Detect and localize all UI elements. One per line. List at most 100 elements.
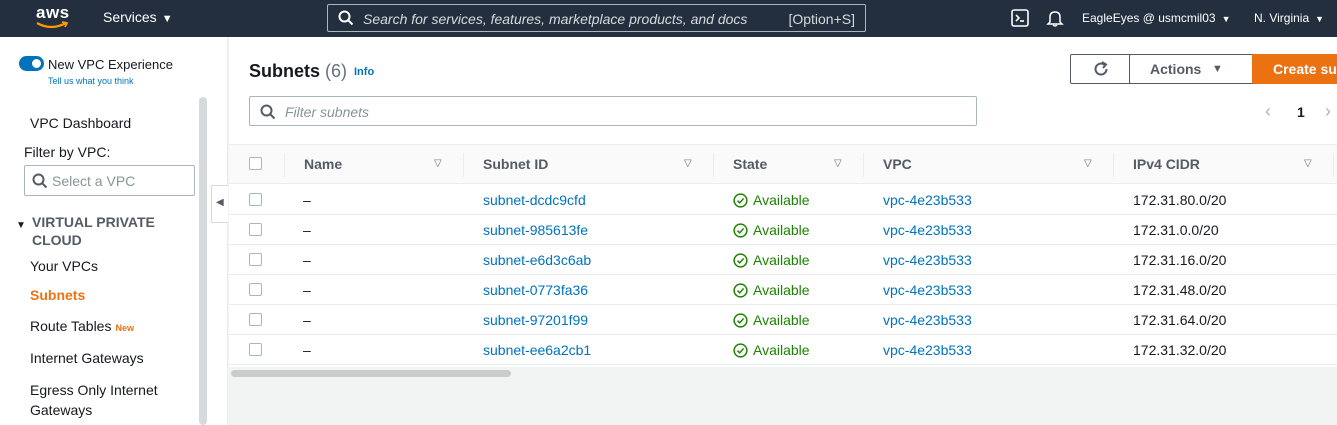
chevron-left-icon: ◀ (216, 197, 224, 208)
select-vpc-placeholder: Select a VPC (52, 173, 136, 189)
state-cell: Available (733, 222, 810, 238)
state-cell: Available (733, 342, 810, 358)
global-search-input[interactable]: Search for services, features, marketpla… (327, 4, 866, 32)
search-placeholder: Search for services, features, marketpla… (363, 11, 748, 27)
row-checkbox[interactable] (249, 343, 262, 356)
services-menu[interactable]: Services ▼ (103, 9, 173, 25)
previous-page-icon[interactable]: ‹ (1265, 101, 1271, 122)
table-row[interactable]: – subnet-dcdc9cfd Available vpc-4e23b533… (229, 185, 1337, 215)
subnets-panel: Subnets (6) Info Actions ▼ Create subnet… (229, 37, 1337, 377)
vpc-link[interactable]: vpc-4e23b533 (883, 192, 972, 208)
page-title: Subnets (6) (249, 61, 347, 82)
state-label: Available (753, 312, 810, 328)
column-divider (1333, 153, 1334, 177)
check-circle-icon (733, 193, 748, 208)
filter-subnets-placeholder: Filter subnets (285, 104, 370, 120)
subnet-id-link[interactable]: subnet-0773fa36 (483, 282, 588, 298)
search-icon (338, 10, 354, 26)
sidebar-scrollbar[interactable] (199, 97, 207, 425)
state-label: Available (753, 282, 810, 298)
row-checkbox[interactable] (249, 193, 262, 206)
state-cell: Available (733, 192, 810, 208)
sort-icon[interactable]: ▽ (1084, 158, 1092, 169)
filter-subnets-input[interactable]: Filter subnets (249, 96, 977, 126)
row-checkbox[interactable] (249, 223, 262, 236)
sidebar-item-your-vpcs[interactable]: Your VPCs (30, 258, 98, 274)
vpc-link[interactable]: vpc-4e23b533 (883, 282, 972, 298)
sidebar-item-label: Route Tables (30, 318, 112, 334)
name-cell: – (303, 192, 311, 208)
region-menu[interactable]: N. Virginia ▼ (1254, 11, 1324, 25)
aws-logo[interactable]: aws (36, 3, 72, 33)
new-vpc-experience-toggle[interactable] (19, 56, 44, 71)
sidebar-item-subnets[interactable]: Subnets (30, 287, 85, 303)
column-header-name[interactable]: Name (304, 156, 342, 172)
subnet-id-link[interactable]: subnet-e6d3c6ab (483, 252, 591, 268)
column-divider (713, 153, 714, 177)
subnet-id-link[interactable]: subnet-985613fe (483, 222, 588, 238)
subnet-count: (6) (325, 61, 348, 81)
state-label: Available (753, 252, 810, 268)
sort-icon[interactable]: ▽ (834, 158, 842, 169)
sidebar-item-internet-gateways[interactable]: Internet Gateways (30, 350, 144, 366)
row-checkbox[interactable] (249, 253, 262, 266)
vpc-link[interactable]: vpc-4e23b533 (883, 342, 972, 358)
feedback-link[interactable]: Tell us what you think (48, 76, 134, 86)
column-header-state[interactable]: State (733, 156, 767, 172)
account-label: EagleEyes @ usmcmil03 (1082, 11, 1216, 25)
refresh-button[interactable] (1070, 54, 1132, 84)
notifications-button[interactable] (1046, 9, 1064, 32)
section-heading-virtual-private-cloud[interactable]: VIRTUAL PRIVATE CLOUD (32, 213, 182, 249)
actions-button[interactable]: Actions ▼ (1129, 54, 1255, 84)
name-cell: – (303, 222, 311, 238)
sidebar-item-egress-only-internet-gateways[interactable]: Egress Only Internet Gateways (30, 380, 180, 420)
bell-icon (1046, 11, 1064, 27)
row-checkbox[interactable] (249, 313, 262, 326)
search-icon (32, 173, 48, 189)
page-number[interactable]: 1 (1297, 104, 1305, 120)
column-divider (1113, 153, 1114, 177)
column-header-vpc[interactable]: VPC (883, 156, 912, 172)
sort-icon[interactable]: ▽ (1304, 158, 1312, 169)
filter-by-vpc-label: Filter by VPC: (24, 144, 111, 160)
section-collapse-icon[interactable]: ▼ (16, 220, 26, 231)
next-page-icon[interactable]: › (1325, 101, 1331, 122)
subnet-id-link[interactable]: subnet-dcdc9cfd (483, 192, 586, 208)
sidebar-item-vpc-dashboard[interactable]: VPC Dashboard (30, 115, 131, 131)
ipv4-cidr-cell: 172.31.64.0/20 (1133, 312, 1227, 328)
vpc-link[interactable]: vpc-4e23b533 (883, 252, 972, 268)
column-header-ipv4-cidr[interactable]: IPv4 CIDR (1133, 156, 1200, 172)
table-row[interactable]: – subnet-985613fe Available vpc-4e23b533… (229, 215, 1337, 245)
info-link[interactable]: Info (354, 66, 374, 78)
sidebar-item-route-tables[interactable]: Route Tables New (30, 318, 134, 334)
sort-icon[interactable]: ▽ (684, 158, 692, 169)
row-checkbox[interactable] (249, 283, 262, 296)
table-row[interactable]: – subnet-97201f99 Available vpc-4e23b533… (229, 305, 1337, 335)
vpc-link[interactable]: vpc-4e23b533 (883, 222, 972, 238)
cloudshell-button[interactable] (1011, 9, 1029, 32)
column-header-subnet-id[interactable]: Subnet ID (483, 156, 548, 172)
search-shortcut: [Option+S] (788, 11, 855, 27)
table-row[interactable]: – subnet-ee6a2cb1 Available vpc-4e23b533… (229, 335, 1337, 365)
caret-down-icon: ▼ (1315, 14, 1325, 24)
vpc-link[interactable]: vpc-4e23b533 (883, 312, 972, 328)
subnet-id-link[interactable]: subnet-ee6a2cb1 (483, 342, 591, 358)
table-horizontal-scrollbar[interactable] (231, 370, 511, 377)
create-subnet-label: Create subnet (1273, 61, 1337, 77)
ipv4-cidr-cell: 172.31.0.0/20 (1133, 222, 1219, 238)
table-row[interactable]: – subnet-0773fa36 Available vpc-4e23b533… (229, 275, 1337, 305)
collapse-sidebar-button[interactable]: ◀ (211, 185, 228, 223)
region-label: N. Virginia (1254, 11, 1310, 25)
sort-icon[interactable]: ▽ (434, 158, 442, 169)
select-vpc-input[interactable]: Select a VPC (24, 165, 195, 196)
subnet-id-link[interactable]: subnet-97201f99 (483, 312, 588, 328)
check-circle-icon (733, 343, 748, 358)
caret-down-icon: ▼ (161, 13, 173, 25)
caret-down-icon: ▼ (1212, 63, 1223, 75)
select-all-checkbox[interactable] (249, 157, 262, 170)
state-cell: Available (733, 252, 810, 268)
create-subnet-button[interactable]: Create subnet (1252, 54, 1337, 84)
column-divider (284, 153, 285, 177)
account-menu[interactable]: EagleEyes @ usmcmil03 ▼ (1082, 11, 1231, 25)
table-row[interactable]: – subnet-e6d3c6ab Available vpc-4e23b533… (229, 245, 1337, 275)
